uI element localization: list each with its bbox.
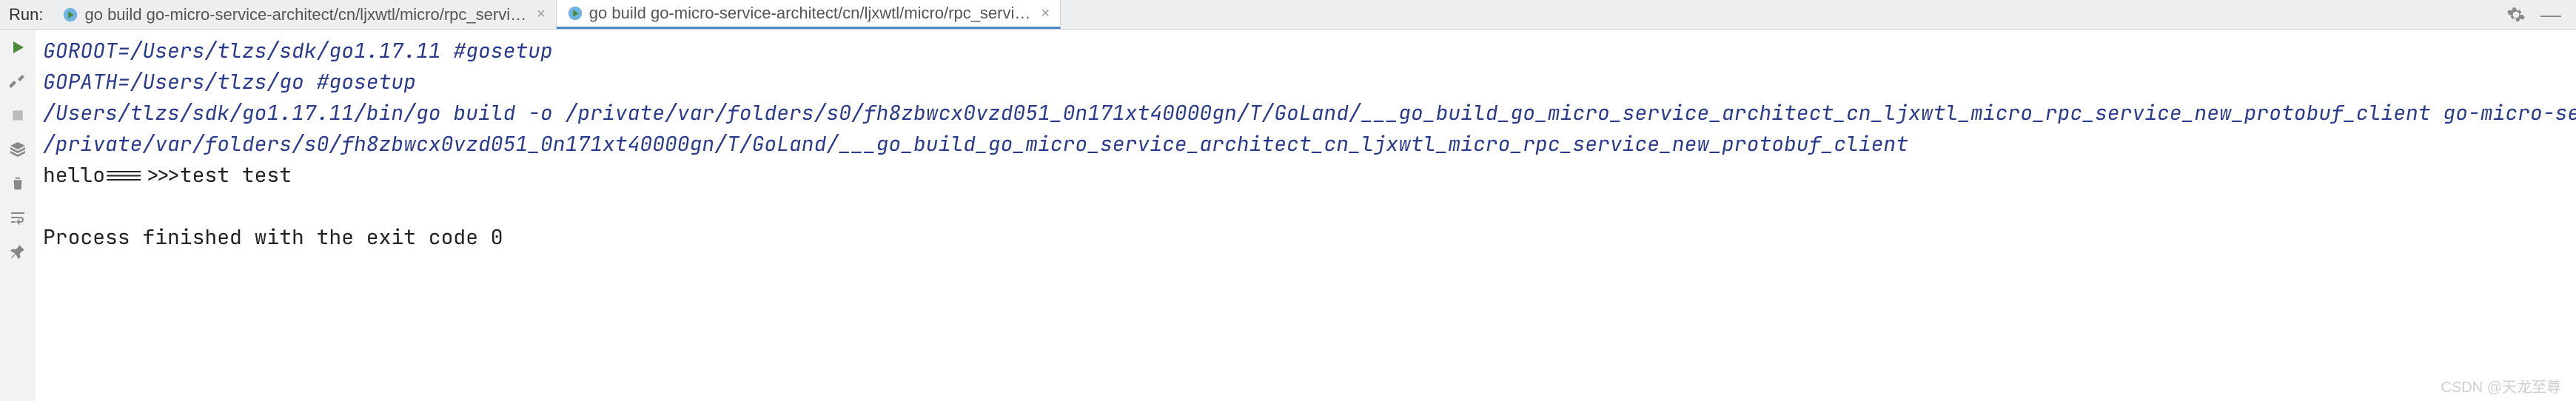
console-line: GOPATH=/Users/tlzs/go #gosetup xyxy=(43,68,416,95)
run-tool-tabbar: Run: go build go-micro-service-architect… xyxy=(0,0,2576,30)
run-tab-0[interactable]: go build go-micro-service-architect/cn/l… xyxy=(52,0,556,29)
tab-label: go build go-micro-service-architect/cn/l… xyxy=(589,4,1031,23)
console-line: /Users/tlzs/sdk/go1.17.11/bin/go build -… xyxy=(43,99,2576,127)
wrench-icon[interactable] xyxy=(7,71,28,92)
stop-icon[interactable] xyxy=(7,105,28,126)
run-tab-1[interactable]: go build go-micro-service-architect/cn/l… xyxy=(557,0,1061,29)
run-label: Run: xyxy=(0,5,52,24)
go-run-icon xyxy=(62,7,78,23)
wrap-icon[interactable] xyxy=(7,207,28,228)
go-run-icon xyxy=(567,5,583,21)
close-icon[interactable]: × xyxy=(1041,5,1050,22)
gear-icon[interactable] xyxy=(2506,5,2526,24)
play-icon[interactable] xyxy=(7,37,28,58)
pin-icon[interactable] xyxy=(7,241,28,262)
console-line: GOROOT=/Users/tlzs/sdk/go1.17.11 #gosetu… xyxy=(43,37,553,64)
trash-icon[interactable] xyxy=(7,173,28,194)
watermark: CSDN @天龙至尊 xyxy=(2441,375,2561,397)
minimize-icon[interactable]: — xyxy=(2540,3,2561,27)
run-gutter xyxy=(0,30,36,401)
run-tool-body: GOROOT=/Users/tlzs/sdk/go1.17.11 #gosetu… xyxy=(0,30,2576,401)
console-line: hello===>>>test test xyxy=(43,161,292,189)
close-icon[interactable]: × xyxy=(537,6,546,23)
console-line: Process finished with the exit code 0 xyxy=(43,223,503,251)
console-line: /private/var/folders/s0/fh8zbwcx0vzd051_… xyxy=(43,130,1908,158)
layers-icon[interactable] xyxy=(7,139,28,160)
console-output[interactable]: GOROOT=/Users/tlzs/sdk/go1.17.11 #gosetu… xyxy=(36,30,2576,401)
tab-label: go build go-micro-service-architect/cn/l… xyxy=(84,5,526,24)
